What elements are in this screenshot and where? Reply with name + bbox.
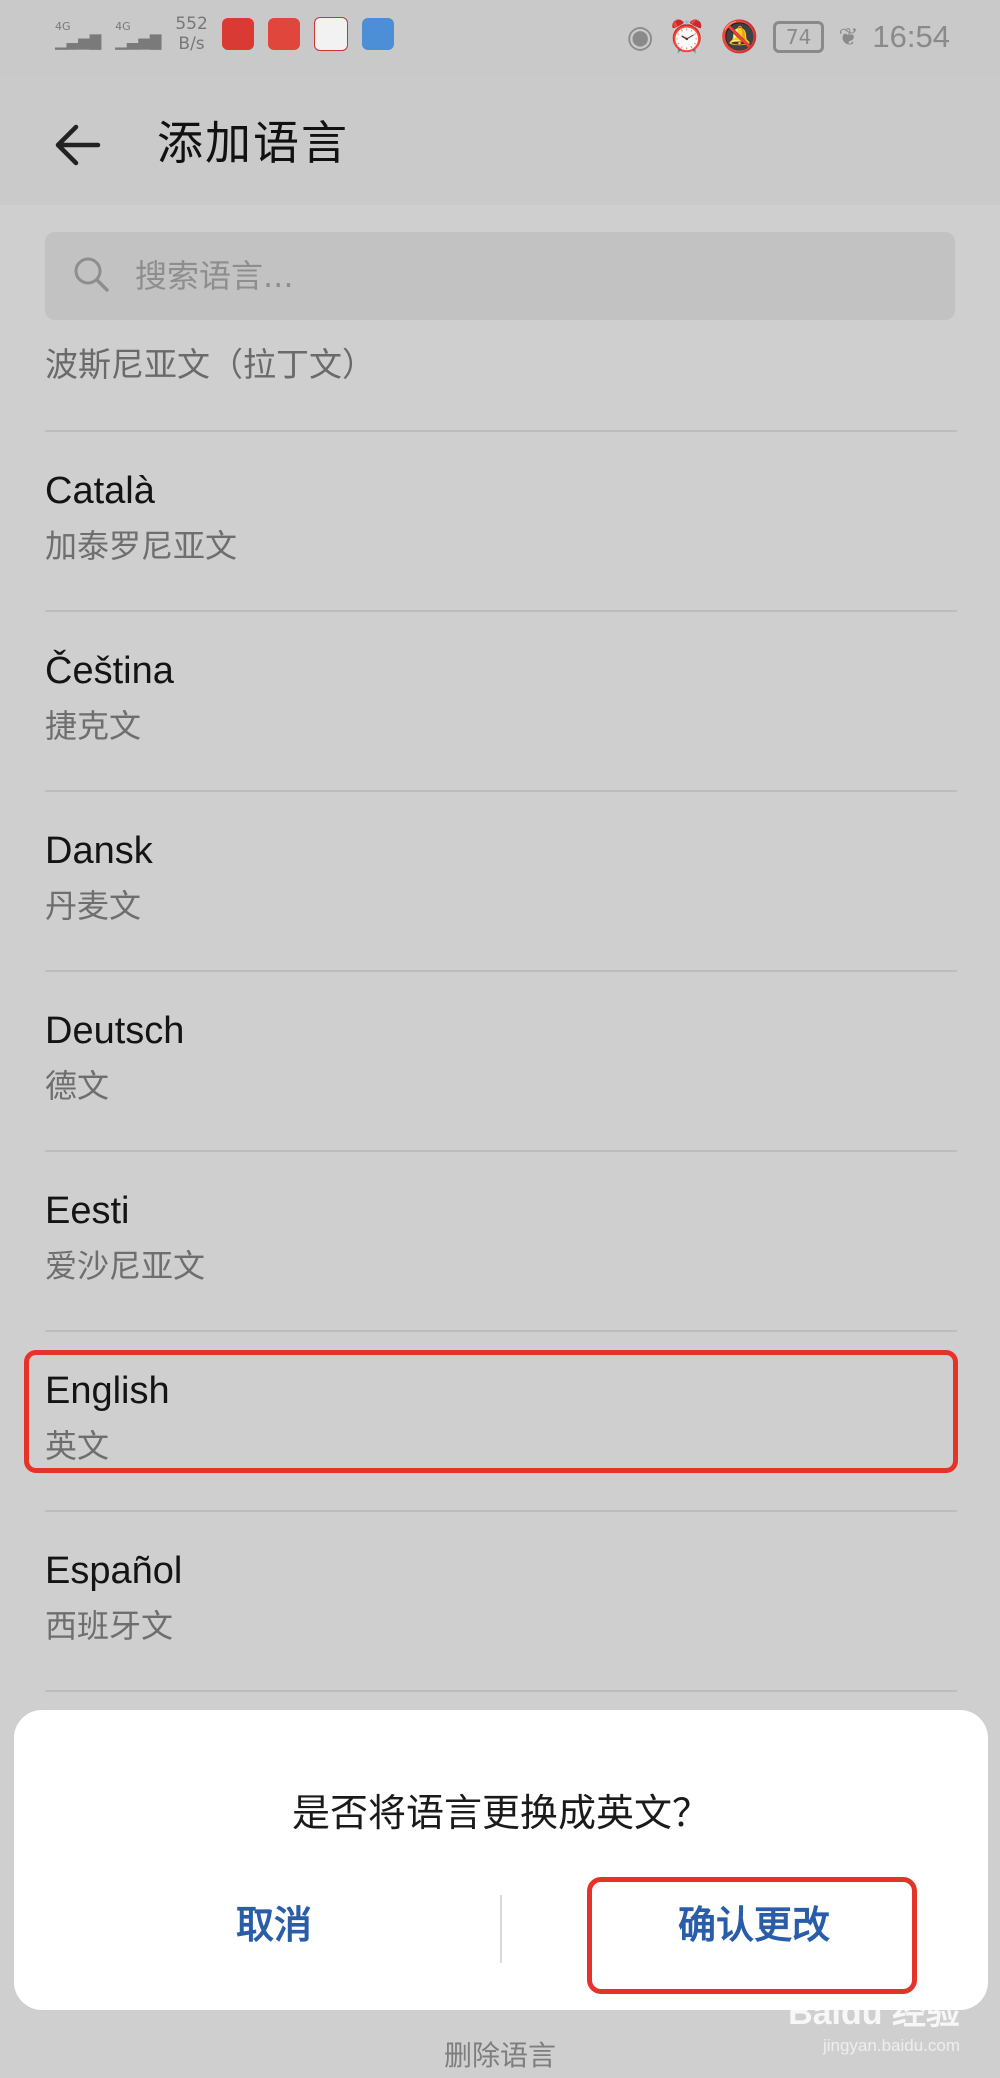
- alarm-icon: ⏰: [667, 19, 707, 55]
- signal-icon-2: 4G ▁▃▅▇: [115, 20, 162, 50]
- clock: 16:54: [872, 18, 950, 54]
- button-divider: [500, 1895, 502, 1963]
- search-input[interactable]: [133, 250, 837, 302]
- watermark-url: jingyan.baidu.com: [822, 2036, 960, 2055]
- search-bar[interactable]: [45, 232, 955, 320]
- signal-icon-1: 4G ▁▃▅▇: [55, 20, 102, 50]
- status-bar: 4G ▁▃▅▇ 4G ▁▃▅▇ 552 B/s ◉ ⏰ 🔕 74 ❦ 16:54: [0, 0, 1000, 75]
- mute-bell-icon: 🔕: [720, 19, 759, 55]
- baidu-watermark: Baidu 经验 jingyan.baidu.com: [788, 1985, 960, 2056]
- language-native-name: 加泰罗尼亚文: [45, 527, 238, 565]
- language-native-name: 爱沙尼亚文: [45, 1247, 206, 1285]
- language-item-cestina[interactable]: Čeština 捷克文: [45, 612, 957, 792]
- search-icon: [74, 257, 109, 292]
- status-bar-left: 4G ▁▃▅▇ 4G ▁▃▅▇ 552 B/s: [55, 14, 394, 54]
- language-native-name: 德文: [45, 1067, 110, 1105]
- language-name: Dansk: [45, 830, 153, 872]
- language-name: Eesti: [45, 1190, 130, 1232]
- language-name: Čeština: [45, 650, 174, 692]
- app-header: 添加语言: [0, 75, 1000, 205]
- confirm-highlight-box: [587, 1877, 917, 1994]
- leaf-icon: ❦: [838, 22, 859, 51]
- app-notification-icon: [267, 18, 300, 50]
- language-item-espanol[interactable]: Español 西班牙文: [45, 1512, 957, 1692]
- map-app-icon: [361, 18, 394, 50]
- language-name: Català: [45, 470, 155, 512]
- language-item-eesti[interactable]: Eesti 爱沙尼亚文: [45, 1152, 957, 1332]
- page-title: 添加语言: [157, 116, 349, 170]
- language-item-catala[interactable]: Català 加泰罗尼亚文: [45, 432, 957, 612]
- cancel-button[interactable]: 取消: [54, 1880, 494, 1970]
- back-arrow-icon[interactable]: [48, 115, 108, 175]
- battery-icon: 74: [772, 20, 825, 53]
- network-speed-unit: B/s: [178, 34, 205, 54]
- list-item-partial[interactable]: 波斯尼亚文（拉丁文）: [45, 330, 957, 432]
- stock-app-icon: [221, 18, 254, 50]
- watermark-brand: Baidu 经验: [788, 1994, 960, 2032]
- language-item-deutsch[interactable]: Deutsch 德文: [45, 972, 957, 1152]
- status-bar-right: ◉ ⏰ 🔕 74 ❦ 16:54: [626, 18, 950, 56]
- language-name: Español: [45, 1550, 183, 1592]
- network-speed-value: 552: [175, 14, 208, 34]
- language-native-name: 捷克文: [45, 707, 142, 745]
- language-native-name: 丹麦文: [45, 887, 142, 925]
- english-highlight-box: [24, 1350, 958, 1473]
- language-list: 波斯尼亚文（拉丁文） Català 加泰罗尼亚文 Čeština 捷克文 Dan…: [45, 330, 957, 1692]
- language-item-dansk[interactable]: Dansk 丹麦文: [45, 792, 957, 972]
- language-native-name: 西班牙文: [45, 1607, 174, 1645]
- dialog-message: 是否将语言更换成英文？: [291, 1791, 710, 1835]
- chart-app-icon: [313, 17, 348, 51]
- eye-comfort-icon: ◉: [626, 18, 654, 55]
- network-speed: 552 B/s: [175, 14, 207, 54]
- language-name: Deutsch: [45, 1010, 185, 1052]
